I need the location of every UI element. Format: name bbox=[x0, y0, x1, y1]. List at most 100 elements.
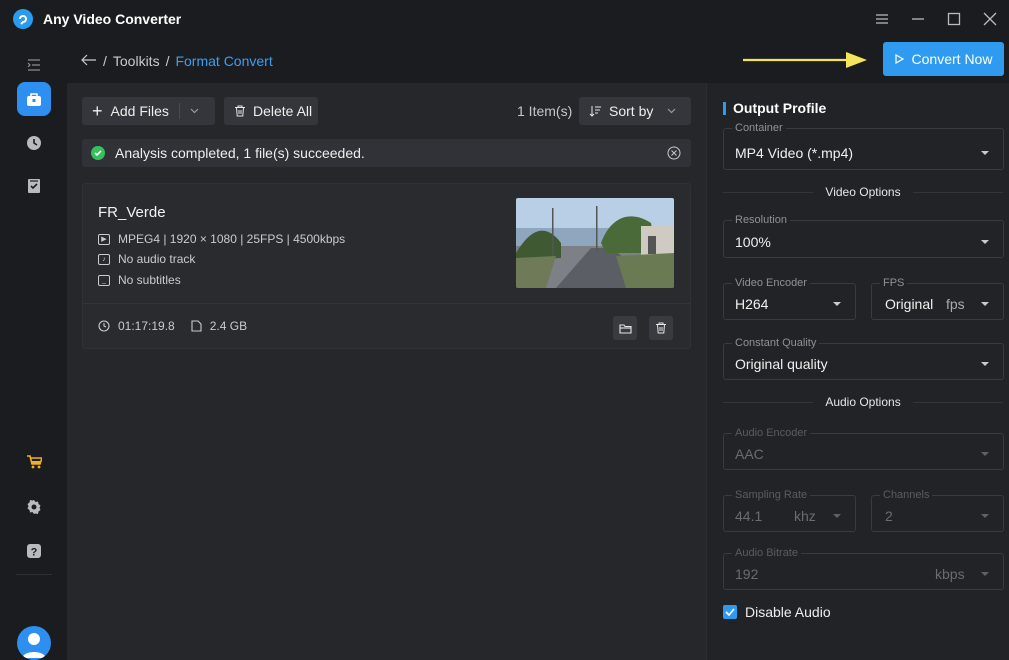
video-info: MPEG4 | 1920 × 1080 | 25FPS | 4500kbps bbox=[118, 232, 346, 246]
file-list-area: + Add Files Delete All 1 Item(s) Sort by… bbox=[67, 83, 706, 660]
audio-bitrate-value: 192 bbox=[735, 566, 759, 582]
container-select[interactable]: Container MP4 Video (*.mp4) bbox=[723, 122, 1004, 170]
close-icon[interactable] bbox=[981, 10, 999, 28]
audio-bitrate-unit: kbps bbox=[935, 566, 965, 582]
file-stats: 01:17:19.8 2.4 GB bbox=[98, 319, 247, 333]
video-options-divider: Video Options bbox=[723, 185, 1004, 199]
chevron-down-icon[interactable] bbox=[190, 108, 199, 114]
fps-unit: fps bbox=[946, 296, 965, 312]
title-bar: Any Video Converter bbox=[0, 0, 1009, 38]
audio-bitrate-select[interactable]: Audio Bitrate 192 kbps bbox=[723, 547, 1004, 590]
chevron-down-icon bbox=[981, 240, 989, 244]
breadcrumb-toolkits[interactable]: Toolkits bbox=[113, 53, 160, 69]
resolution-value: 100% bbox=[735, 234, 771, 250]
container-label: Container bbox=[732, 122, 786, 134]
chevron-down-icon bbox=[981, 362, 989, 366]
convert-now-label: Convert Now bbox=[911, 51, 993, 67]
analysis-status-bar: Analysis completed, 1 file(s) succeeded. bbox=[82, 139, 691, 167]
success-check-icon bbox=[91, 146, 105, 160]
chevron-down-icon bbox=[833, 514, 841, 518]
add-files-button[interactable]: + Add Files bbox=[82, 97, 215, 125]
fps-select[interactable]: FPS Original fps bbox=[871, 277, 1004, 320]
trash-icon bbox=[656, 322, 666, 334]
convert-now-button[interactable]: Convert Now bbox=[883, 42, 1004, 76]
audio-info-row: ♪ No audio track bbox=[98, 252, 195, 266]
channels-select[interactable]: Channels 2 bbox=[871, 489, 1004, 532]
add-files-label: Add Files bbox=[110, 103, 169, 119]
sampling-rate-label: Sampling Rate bbox=[732, 489, 811, 501]
constant-quality-select[interactable]: Constant Quality Original quality bbox=[723, 337, 1004, 380]
card-divider bbox=[83, 303, 690, 304]
help-nav-icon[interactable]: ? bbox=[17, 534, 51, 568]
annotation-arrow bbox=[743, 52, 867, 68]
maximize-icon[interactable] bbox=[945, 10, 963, 28]
file-icon bbox=[191, 320, 202, 332]
settings-nav-icon[interactable] bbox=[17, 490, 51, 524]
open-folder-button[interactable] bbox=[613, 316, 637, 340]
chevron-down-icon bbox=[981, 151, 989, 155]
sort-by-button[interactable]: Sort by bbox=[579, 97, 691, 125]
file-card[interactable]: FR_Verde ▶ MPEG4 | 1920 × 1080 | 25FPS |… bbox=[82, 183, 691, 349]
output-profile-title-text: Output Profile bbox=[733, 100, 827, 116]
breadcrumb-separator: / bbox=[103, 52, 107, 69]
svg-text:?: ? bbox=[31, 547, 38, 559]
plus-icon: + bbox=[92, 100, 103, 121]
delete-all-label: Delete All bbox=[253, 103, 313, 119]
sampling-rate-unit: khz bbox=[794, 508, 816, 524]
menu-icon[interactable] bbox=[873, 10, 891, 28]
disable-audio-checkbox[interactable]: Disable Audio bbox=[723, 604, 831, 620]
items-count: 1 Item(s) bbox=[517, 103, 573, 119]
resolution-label: Resolution bbox=[732, 214, 790, 226]
video-encoder-select[interactable]: Video Encoder H264 bbox=[723, 277, 856, 320]
audio-encoder-value: AAC bbox=[735, 446, 764, 462]
trash-icon bbox=[235, 105, 245, 117]
app-title: Any Video Converter bbox=[43, 11, 182, 27]
play-icon bbox=[894, 54, 904, 64]
breadcrumb-separator: / bbox=[165, 52, 170, 69]
chevron-down-icon bbox=[667, 108, 676, 114]
toolkit-nav-icon[interactable] bbox=[17, 82, 51, 116]
channels-value: 2 bbox=[885, 508, 893, 524]
audio-encoder-select[interactable]: Audio Encoder AAC bbox=[723, 427, 1004, 470]
sampling-rate-select[interactable]: Sampling Rate 44.1 khz bbox=[723, 489, 856, 532]
sort-icon bbox=[589, 106, 601, 117]
audio-icon: ♪ bbox=[98, 253, 110, 265]
nav-divider bbox=[16, 574, 52, 575]
title-accent-bar bbox=[723, 101, 726, 115]
minimize-icon[interactable] bbox=[909, 10, 927, 28]
app-logo-icon bbox=[13, 9, 33, 29]
subtitle-info-row: _ No subtitles bbox=[98, 273, 181, 287]
video-thumbnail[interactable] bbox=[516, 198, 674, 288]
sampling-rate-value: 44.1 bbox=[735, 508, 763, 524]
breadcrumb-format-convert: Format Convert bbox=[175, 52, 273, 69]
user-avatar-icon[interactable] bbox=[17, 626, 51, 660]
left-nav: ? bbox=[0, 38, 67, 660]
fps-value: Original bbox=[885, 296, 934, 312]
dismiss-status-icon[interactable] bbox=[667, 146, 681, 163]
container-value: MP4 Video (*.mp4) bbox=[735, 145, 854, 161]
collapse-sidebar-icon[interactable] bbox=[17, 48, 51, 82]
audio-encoder-label: Audio Encoder bbox=[732, 427, 811, 439]
constant-quality-label: Constant Quality bbox=[732, 337, 820, 349]
file-size: 2.4 GB bbox=[209, 319, 248, 333]
resolution-select[interactable]: Resolution 100% bbox=[723, 214, 1004, 258]
checkbox-checked-icon[interactable] bbox=[723, 605, 737, 619]
history-nav-icon[interactable] bbox=[17, 126, 51, 160]
tasks-nav-icon[interactable] bbox=[17, 169, 51, 203]
disable-audio-label: Disable Audio bbox=[745, 604, 831, 620]
header-bar: / Toolkits / Format Convert Convert Now bbox=[67, 38, 1009, 83]
subtitle-info: No subtitles bbox=[118, 273, 181, 287]
breadcrumb: / Toolkits / Format Convert bbox=[81, 38, 273, 83]
button-divider bbox=[178, 103, 180, 119]
video-encoder-label: Video Encoder bbox=[732, 277, 810, 289]
delete-file-button[interactable] bbox=[649, 316, 673, 340]
back-arrow-icon[interactable] bbox=[81, 53, 97, 69]
delete-all-button[interactable]: Delete All bbox=[224, 97, 318, 125]
video-icon: ▶ bbox=[98, 233, 110, 245]
video-encoder-value: H264 bbox=[735, 296, 769, 312]
cart-nav-icon[interactable] bbox=[17, 445, 51, 479]
channels-label: Channels bbox=[880, 489, 933, 501]
chevron-down-icon bbox=[981, 572, 989, 576]
chevron-down-icon bbox=[981, 302, 989, 306]
status-message: Analysis completed, 1 file(s) succeeded. bbox=[115, 145, 365, 161]
